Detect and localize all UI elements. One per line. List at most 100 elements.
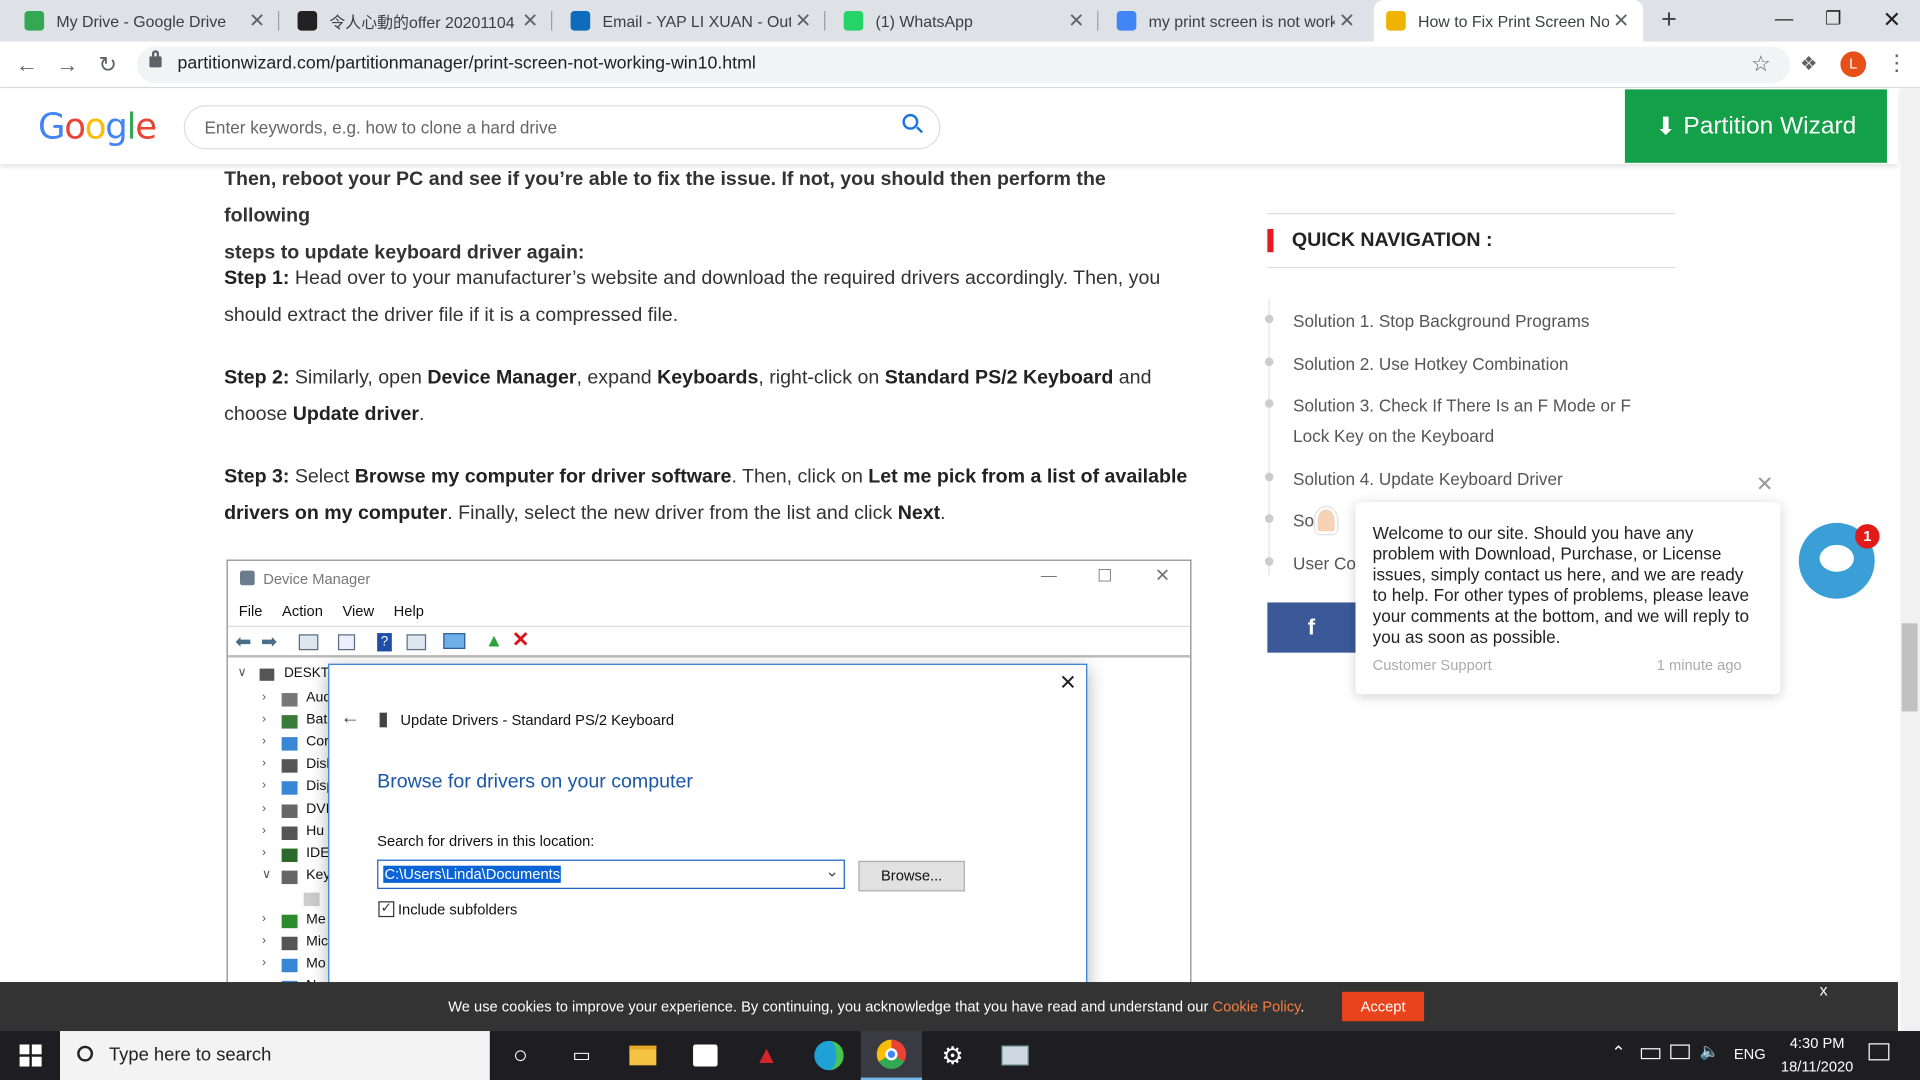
profile-avatar[interactable]: L [1840, 51, 1867, 78]
bookmark-star-icon[interactable]: ☆ [1751, 51, 1771, 77]
tab-close-icon[interactable]: ✕ [1335, 9, 1359, 33]
tab-title[interactable]: 令人心動的offer 20201104 - 1 [329, 9, 518, 32]
browser-tab[interactable]: Email - YAP LI XUAN - Outlook✕ [558, 0, 826, 42]
taskbar-search-text[interactable]: Type here to search [109, 1044, 271, 1065]
extensions-icon[interactable]: ❖ [1800, 51, 1818, 75]
show-hidden-icons[interactable]: ⌃ [1611, 1042, 1625, 1063]
include-subfolders-label[interactable]: Include subfolders [398, 901, 517, 918]
notifications-icon[interactable] [1868, 1043, 1890, 1061]
scrollbar-thumb[interactable] [1901, 623, 1918, 712]
chat-close-icon[interactable]: ✕ [1756, 473, 1773, 497]
list-icon[interactable] [337, 634, 356, 651]
update-driver-icon[interactable]: ▲ [485, 631, 503, 652]
tab-title[interactable]: How to Fix Print Screen Not W [1418, 12, 1609, 30]
tree-chevron-icon[interactable]: › [262, 846, 266, 859]
help-icon[interactable]: ? [377, 633, 392, 652]
tree-chevron-icon[interactable]: › [262, 912, 266, 925]
task-view-icon[interactable]: ▭ [551, 1031, 612, 1080]
new-tab-button[interactable]: + [1653, 4, 1685, 37]
tree-chevron-icon[interactable]: › [262, 713, 266, 726]
site-search-input[interactable]: Enter keywords, e.g. how to clone a hard… [183, 105, 941, 150]
dm-menu-item[interactable]: File [239, 602, 263, 619]
browse-button[interactable]: Browse... [858, 860, 965, 892]
device-category-label[interactable]: Hu [306, 824, 324, 839]
properties-icon[interactable] [298, 634, 319, 651]
close-window-button[interactable]: ✕ [1864, 0, 1920, 42]
back-arrow-icon[interactable]: ⬅ [235, 629, 251, 653]
language-indicator[interactable]: ENG [1734, 1046, 1766, 1063]
browser-tab[interactable]: my print screen is not working✕ [1104, 0, 1368, 42]
driver-path-value[interactable]: C:\Users\Linda\Documents [383, 865, 562, 883]
back-icon[interactable]: ← [11, 49, 43, 81]
tab-close-icon[interactable]: ✕ [245, 9, 269, 33]
quick-nav-link[interactable]: Solution 3. Check If There Is an F Mode … [1293, 391, 1642, 452]
device-category-label[interactable]: Bat [306, 713, 327, 728]
uninstall-icon[interactable]: ✕ [512, 628, 529, 652]
device-category-label[interactable]: DVI [306, 801, 329, 816]
quick-nav-link[interactable]: Solution 1. Stop Background Programs [1293, 306, 1660, 337]
dm-maximize[interactable]: ☐ [1097, 566, 1112, 587]
partition-wizard-button[interactable]: ⬇ Partition Wizard [1624, 89, 1887, 163]
facebook-share-button[interactable]: f [1267, 602, 1356, 653]
tree-chevron-icon[interactable]: › [262, 801, 266, 814]
tab-close-icon[interactable]: ✕ [1064, 9, 1088, 33]
cookie-policy-link[interactable]: Cookie Policy [1212, 998, 1300, 1015]
store-icon[interactable] [675, 1031, 736, 1080]
tree-chevron-icon[interactable]: › [262, 824, 266, 837]
tree-chevron-icon[interactable]: › [262, 691, 266, 704]
tree-chevron-icon[interactable]: › [262, 934, 266, 947]
quick-nav-link[interactable]: Solution 4. Update Keyboard Driver [1293, 464, 1660, 495]
forward-icon[interactable]: → [51, 49, 83, 81]
device-category-label[interactable]: Me [306, 912, 326, 927]
tree-expand-icon[interactable]: ∨ [238, 666, 247, 679]
dropdown-chevron-icon[interactable]: ⌄ [825, 862, 838, 882]
tree-chevron-icon[interactable]: › [262, 735, 266, 748]
maximize-button[interactable]: ❐ [1805, 0, 1861, 42]
dm-menu-item[interactable]: Action [282, 602, 323, 619]
file-explorer-icon[interactable] [612, 1031, 673, 1080]
dm-menu-item[interactable]: Help [394, 602, 424, 619]
tab-title[interactable]: (1) WhatsApp [876, 12, 1065, 30]
quick-nav-link[interactable]: Solution 2. Use Hotkey Combination [1293, 349, 1660, 380]
page-scrollbar[interactable] [1900, 88, 1920, 1032]
device-category-label[interactable]: Mo [306, 957, 326, 972]
minimize-button[interactable]: — [1756, 0, 1812, 42]
browser-tab[interactable]: (1) WhatsApp ✕ [831, 0, 1099, 42]
cookie-accept-button[interactable]: Accept [1342, 991, 1425, 1022]
racing-game-icon[interactable]: ▲ [736, 1031, 797, 1080]
settings-gear-icon[interactable]: ⚙ [922, 1031, 983, 1080]
reload-icon[interactable]: ↻ [92, 49, 124, 81]
device-category-label[interactable]: Mic [306, 934, 328, 949]
cortana-icon[interactable]: ○ [490, 1031, 551, 1080]
scan-icon[interactable] [406, 634, 427, 651]
windows-start-icon[interactable] [0, 1031, 60, 1080]
clock-time[interactable]: 4:30 PM [1778, 1035, 1856, 1052]
device-category-label[interactable]: IDE [306, 846, 329, 861]
edge-icon[interactable] [798, 1031, 859, 1080]
tab-close-icon[interactable]: ✕ [1609, 9, 1633, 33]
volume-icon[interactable]: 🔈 [1700, 1042, 1720, 1062]
tree-chevron-icon[interactable]: › [262, 957, 266, 970]
dialog-back-icon[interactable]: ← [340, 708, 360, 730]
tree-chevron-icon[interactable]: › [262, 757, 266, 770]
taskbar-search-box[interactable]: Type here to search [60, 1031, 490, 1080]
tree-chevron-icon[interactable]: › [262, 779, 266, 792]
dm-menu-item[interactable]: View [342, 602, 374, 619]
monitor-icon[interactable] [443, 633, 466, 649]
dialog-close-icon[interactable]: ✕ [1059, 671, 1076, 695]
chrome-menu-icon[interactable]: ⋮ [1886, 51, 1908, 73]
battery-icon[interactable] [1640, 1048, 1661, 1060]
device-category-label[interactable]: Cor [306, 735, 329, 750]
clock-date[interactable]: 18/11/2020 [1773, 1058, 1861, 1075]
device-category-label[interactable]: Key [306, 868, 330, 883]
tab-close-icon[interactable]: ✕ [791, 9, 815, 33]
tree-chevron-icon[interactable]: ∨ [262, 868, 271, 881]
forward-arrow-icon[interactable]: ➡ [261, 629, 277, 653]
snipping-tool-icon[interactable] [984, 1031, 1045, 1080]
dm-minimize[interactable]: — [1041, 566, 1057, 584]
driver-path-combobox[interactable]: C:\Users\Linda\Documents ⌄ [377, 859, 845, 889]
tab-title[interactable]: my print screen is not working [1149, 12, 1335, 30]
device-category-label[interactable]: Disl [306, 757, 329, 772]
tab-close-icon[interactable]: ✕ [518, 9, 542, 33]
browser-tab[interactable]: How to Fix Print Screen Not W✕ [1373, 0, 1644, 42]
